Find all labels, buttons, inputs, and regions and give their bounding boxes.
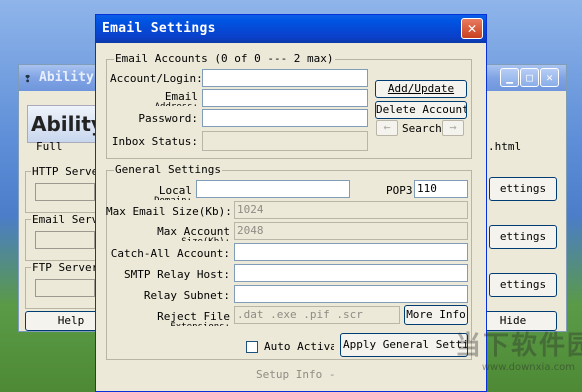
apply-general-settings-button[interactable]: Apply General Settings [340,333,468,357]
search-prev-icon[interactable]: ← [376,120,398,136]
max-account-size-input: 2048 [234,222,468,240]
catch-all-input[interactable] [234,243,468,261]
watermark-logo: 当下软件园 www.downxia.com [455,330,582,390]
add-update-button[interactable]: Add/Update [375,80,467,98]
account-login-label: Account/Login: [110,72,203,85]
add-update-label: Add/Update [387,82,455,95]
ability-logo: Ability [27,105,104,143]
dialog-titlebar[interactable]: Email Settings ✕ [96,15,486,43]
app-icon: ❢ [24,71,32,85]
max-account-size-sub-label: Size(Kb): [106,237,230,241]
background-window-title: Ability [39,70,94,85]
email-address-label: Address: [110,102,198,106]
ftp-server-label: FTP Server [31,261,100,274]
max-email-size-input: 1024 [234,201,468,219]
more-info-button[interactable]: More Info [404,305,468,325]
auto-activate-label: Auto Activa [264,340,334,353]
email-address-input[interactable] [202,89,368,107]
minimize-icon[interactable]: ▁ [500,68,519,87]
email-accounts-label: Email Accounts (0 of 0 --- 2 max) [114,52,335,65]
watermark-text: 当下软件园 [455,331,582,361]
general-settings-label: General Settings [114,163,222,176]
full-text: Full [36,140,63,153]
setup-info-label: Setup Info - [256,368,336,381]
email-server-label: Email Serv [31,213,100,226]
smtp-relay-host-label: SMTP Relay Host: [124,268,230,281]
max-email-size-label: Max Email Size(Kb): [106,205,232,218]
reject-file-sub-label: Extensions: [106,322,230,326]
account-login-input[interactable] [202,69,368,87]
catch-all-label: Catch-All Account: [110,247,230,260]
html-text: .html [488,140,522,153]
maximize-icon[interactable]: □ [520,68,539,87]
inbox-status-field [202,131,368,151]
local-domain-input[interactable] [196,180,350,198]
delete-account-button[interactable]: Delete Account [375,101,467,119]
relay-subnet-input[interactable] [234,285,468,303]
email-settings-dialog: Email Settings ✕ Email Accounts (0 of 0 … [95,14,487,392]
http-server-field [35,183,95,201]
password-label: Password: [138,112,198,125]
smtp-relay-host-input[interactable] [234,264,468,282]
search-next-icon[interactable]: → [442,120,464,136]
ftp-settings-button[interactable]: ettings [489,273,557,297]
delete-account-label: Delete Account [376,103,467,116]
pop3-port-input[interactable]: 110 [414,180,468,198]
reject-file-extensions-input: .dat .exe .pif .scr [234,306,400,324]
close-icon[interactable]: ✕ [461,18,483,39]
auto-activate-checkbox[interactable] [246,341,258,353]
local-domain-sub-label: Domain: [106,196,192,200]
ftp-server-field [35,279,95,297]
pop3-label: POP3 [386,184,413,197]
dialog-title: Email Settings [102,21,216,36]
email-server-field [35,231,95,249]
search-label: Search [402,122,442,135]
http-settings-button[interactable]: ettings [489,177,557,201]
email-settings-button[interactable]: ettings [489,225,557,249]
close-icon[interactable]: ✕ [540,68,559,87]
inbox-status-label: Inbox Status: [111,135,198,148]
watermark-url: www.downxia.com [481,362,575,373]
relay-subnet-label: Relay Subnet: [143,289,230,302]
password-input[interactable] [202,109,368,127]
